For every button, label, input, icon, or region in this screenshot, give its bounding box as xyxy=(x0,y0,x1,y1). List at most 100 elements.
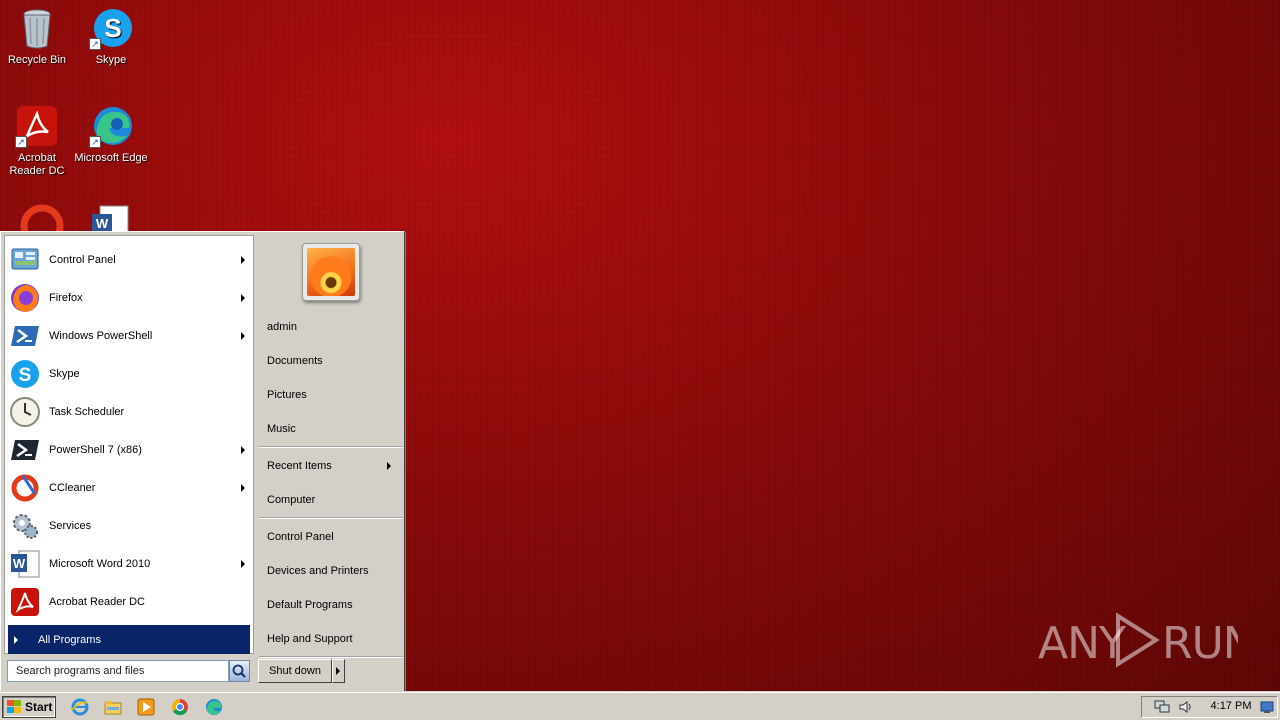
services-icon xyxy=(9,510,41,542)
desktop-icon-label: Recycle Bin xyxy=(7,54,67,66)
ie-icon[interactable] xyxy=(71,698,89,716)
start-item-label: Microsoft Word 2010 xyxy=(49,558,151,570)
windows-logo-icon xyxy=(6,700,22,714)
edge-icon: ↗ xyxy=(89,104,133,148)
desktop-icon-skype[interactable]: S ↗ Skype xyxy=(74,6,148,67)
start-item-label: Skype xyxy=(49,368,80,380)
start-menu-places-pane: admin Documents Pictures Music Recent It… xyxy=(256,235,403,690)
start-item-label: Acrobat Reader DC xyxy=(49,596,145,608)
taskbar: Start 4:17 PM xyxy=(0,692,1280,720)
desktop-icon-acrobat[interactable]: ↗ Acrobat Reader DC xyxy=(0,104,74,178)
start-menu: Control Panel Firefox Windows PowerShell… xyxy=(0,231,405,692)
start-item-task-scheduler[interactable]: Task Scheduler xyxy=(9,394,251,430)
start-link-user[interactable]: admin xyxy=(267,317,399,337)
desktop-icon-label: Skype xyxy=(95,54,127,66)
system-tray: 4:17 PM xyxy=(1141,696,1278,718)
start-item-control-panel[interactable]: Control Panel xyxy=(9,242,251,278)
start-item-services[interactable]: Services xyxy=(9,508,251,544)
all-programs-button[interactable]: All Programs xyxy=(8,625,250,654)
start-menu-programs-pane: Control Panel Firefox Windows PowerShell… xyxy=(4,235,254,654)
desktop-icon-recycle-bin[interactable]: Recycle Bin xyxy=(0,6,74,67)
skype-icon: S xyxy=(9,358,41,390)
show-desktop-icon[interactable] xyxy=(1260,700,1274,714)
start-link-computer[interactable]: Computer xyxy=(267,490,399,510)
desktop-icon-label: Microsoft Edge xyxy=(74,152,148,164)
separator xyxy=(259,517,403,519)
start-item-label: Services xyxy=(49,520,92,532)
media-player-icon[interactable] xyxy=(137,698,155,716)
submenu-arrow-icon xyxy=(241,560,245,568)
shutdown-button[interactable]: Shut down xyxy=(258,659,332,683)
explorer-icon[interactable] xyxy=(104,698,122,716)
volume-icon[interactable] xyxy=(1178,700,1194,714)
acrobat-icon xyxy=(9,586,41,618)
clock[interactable]: 4:17 PM xyxy=(1206,700,1256,712)
anyrun-watermark: ANY RUN xyxy=(1038,608,1238,672)
word-desktop-icon[interactable]: W xyxy=(90,204,134,231)
start-item-skype[interactable]: S Skype xyxy=(9,356,251,392)
start-item-ccleaner[interactable]: CCleaner xyxy=(9,470,251,506)
ccleaner-desktop-icon[interactable] xyxy=(20,204,64,231)
flower-picture-icon xyxy=(307,248,355,296)
start-item-windows-powershell[interactable]: Windows PowerShell xyxy=(9,318,251,354)
start-item-microsoft-word[interactable]: W Microsoft Word 2010 xyxy=(9,546,251,582)
anyrun-logo-icon: ANY RUN xyxy=(1038,612,1238,669)
user-avatar[interactable] xyxy=(302,243,360,301)
task-scheduler-icon xyxy=(9,396,41,428)
start-item-acrobat-reader[interactable]: Acrobat Reader DC xyxy=(9,584,251,620)
start-item-firefox[interactable]: Firefox xyxy=(9,280,251,316)
submenu-arrow-icon xyxy=(241,484,245,492)
desktop-icon-edge[interactable]: ↗ Microsoft Edge xyxy=(74,104,148,165)
start-link-devices-printers[interactable]: Devices and Printers xyxy=(267,561,399,581)
separator xyxy=(259,446,403,448)
control-panel-icon xyxy=(9,244,41,276)
start-label: Start xyxy=(25,700,53,714)
start-item-label: Windows PowerShell xyxy=(49,330,153,342)
recycle-bin-icon xyxy=(15,6,59,50)
submenu-arrow-icon xyxy=(241,294,245,302)
start-link-recent-items[interactable]: Recent Items xyxy=(267,456,399,476)
firefox-icon xyxy=(9,282,41,314)
desktop-icon-label: Acrobat Reader DC xyxy=(9,152,65,177)
edge-icon[interactable] xyxy=(205,698,223,716)
start-link-documents[interactable]: Documents xyxy=(267,351,399,371)
recent-items-label: Recent Items xyxy=(267,460,332,472)
start-item-label: Control Panel xyxy=(49,254,116,266)
svg-text:S: S xyxy=(104,13,121,43)
start-item-label: Task Scheduler xyxy=(49,406,125,418)
submenu-arrow-icon xyxy=(241,256,245,264)
submenu-arrow-icon xyxy=(241,332,245,340)
skype-icon: S ↗ xyxy=(89,6,133,50)
submenu-arrow-icon xyxy=(387,462,391,470)
svg-text:RUN: RUN xyxy=(1162,618,1238,669)
submenu-arrow-icon xyxy=(241,446,245,454)
powershell-icon xyxy=(9,320,41,352)
expand-arrow-icon xyxy=(14,635,18,644)
ccleaner-icon xyxy=(9,472,41,504)
start-link-control-panel[interactable]: Control Panel xyxy=(267,527,399,547)
svg-text:W: W xyxy=(96,216,109,231)
start-item-label: CCleaner xyxy=(49,482,96,494)
start-link-help-support[interactable]: Help and Support xyxy=(267,629,399,649)
powershell7-icon xyxy=(9,434,41,466)
network-icon[interactable] xyxy=(1154,700,1170,714)
acrobat-icon: ↗ xyxy=(15,104,59,148)
svg-text:S: S xyxy=(19,365,32,386)
separator xyxy=(259,656,403,658)
start-item-label: Firefox xyxy=(49,292,83,304)
svg-text:ANY: ANY xyxy=(1038,618,1126,669)
start-item-powershell-7[interactable]: PowerShell 7 (x86) xyxy=(9,432,251,468)
start-link-music[interactable]: Music xyxy=(267,419,399,439)
shortcut-arrow-icon: ↗ xyxy=(89,136,101,148)
all-programs-label: All Programs xyxy=(38,633,101,646)
start-button[interactable]: Start xyxy=(2,696,56,718)
shutdown-options-button[interactable] xyxy=(332,659,345,683)
start-link-default-programs[interactable]: Default Programs xyxy=(267,595,399,615)
start-item-label: PowerShell 7 (x86) xyxy=(49,444,142,456)
shortcut-arrow-icon: ↗ xyxy=(15,136,27,148)
svg-text:W: W xyxy=(13,556,26,571)
search-icon[interactable] xyxy=(229,660,250,682)
start-link-pictures[interactable]: Pictures xyxy=(267,385,399,405)
start-search-input[interactable]: Search programs and files xyxy=(7,660,229,682)
chrome-icon[interactable] xyxy=(171,698,189,716)
